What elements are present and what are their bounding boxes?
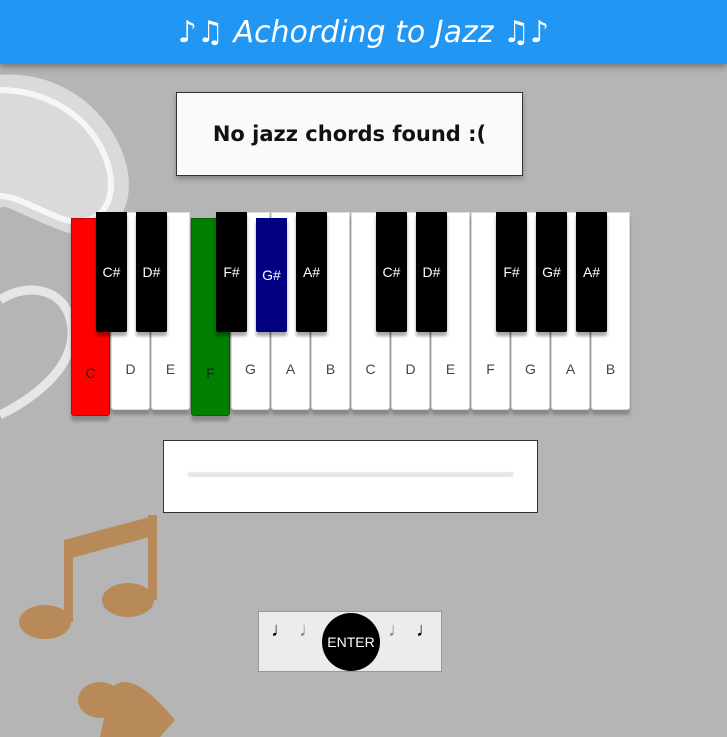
white-key-label: G bbox=[245, 361, 256, 377]
enter-button[interactable]: ENTER bbox=[322, 613, 380, 671]
black-key-label: A# bbox=[582, 264, 601, 280]
chord-input-box[interactable] bbox=[163, 440, 538, 513]
white-key-label: F bbox=[206, 365, 215, 381]
white-key-label: E bbox=[165, 361, 176, 377]
music-note-icon: ♩ bbox=[416, 619, 436, 641]
black-key[interactable]: A# bbox=[576, 212, 607, 332]
white-key-label: B bbox=[605, 361, 616, 377]
chord-result-message: No jazz chords found :( bbox=[212, 122, 487, 146]
white-key-label: D bbox=[405, 361, 416, 377]
black-key[interactable]: F# bbox=[216, 212, 247, 332]
music-note-icon: ♩ bbox=[299, 619, 319, 641]
white-key-label: A bbox=[285, 361, 296, 377]
white-key-label: A bbox=[565, 361, 576, 377]
black-key[interactable]: D# bbox=[416, 212, 447, 332]
piano-keyboard: C D E F G A B C D E F G A B C# D# F# G# … bbox=[71, 212, 631, 418]
app-header: ♪♫ Achording to Jazz ♫♪ bbox=[0, 0, 727, 64]
white-key-label: C bbox=[85, 365, 96, 381]
white-key-label: F bbox=[486, 361, 495, 377]
music-note-icon: ♩ bbox=[388, 619, 408, 641]
black-key-label: C# bbox=[382, 264, 401, 280]
black-key-label: D# bbox=[142, 264, 161, 280]
chord-result-box: No jazz chords found :( bbox=[176, 92, 523, 176]
black-key-label: G# bbox=[262, 267, 281, 283]
black-key[interactable]: D# bbox=[136, 212, 167, 332]
input-underline bbox=[188, 472, 513, 475]
black-key-label: C# bbox=[102, 264, 121, 280]
black-key-label: A# bbox=[302, 264, 321, 280]
music-note-icon: ♩ bbox=[271, 619, 291, 641]
white-key-label: D bbox=[125, 361, 136, 377]
black-key[interactable]: F# bbox=[496, 212, 527, 332]
black-key[interactable]: C# bbox=[96, 212, 127, 332]
white-key-label: G bbox=[525, 361, 536, 377]
white-key-label: C bbox=[365, 361, 376, 377]
black-key[interactable]: C# bbox=[376, 212, 407, 332]
black-key-label: D# bbox=[422, 264, 441, 280]
white-key-label: E bbox=[445, 361, 456, 377]
white-key-label: B bbox=[325, 361, 336, 377]
black-key-label: G# bbox=[542, 264, 561, 280]
black-key-label: F# bbox=[503, 264, 520, 280]
black-key[interactable]: G# bbox=[536, 212, 567, 332]
black-key[interactable]: A# bbox=[296, 212, 327, 332]
enter-panel: ♩ ♩ ENTER ♩ ♩ bbox=[258, 611, 442, 672]
black-key[interactable]: G# bbox=[256, 218, 287, 332]
app-title: ♪♫ Achording to Jazz ♫♪ bbox=[177, 14, 550, 50]
black-key-label: F# bbox=[223, 264, 240, 280]
